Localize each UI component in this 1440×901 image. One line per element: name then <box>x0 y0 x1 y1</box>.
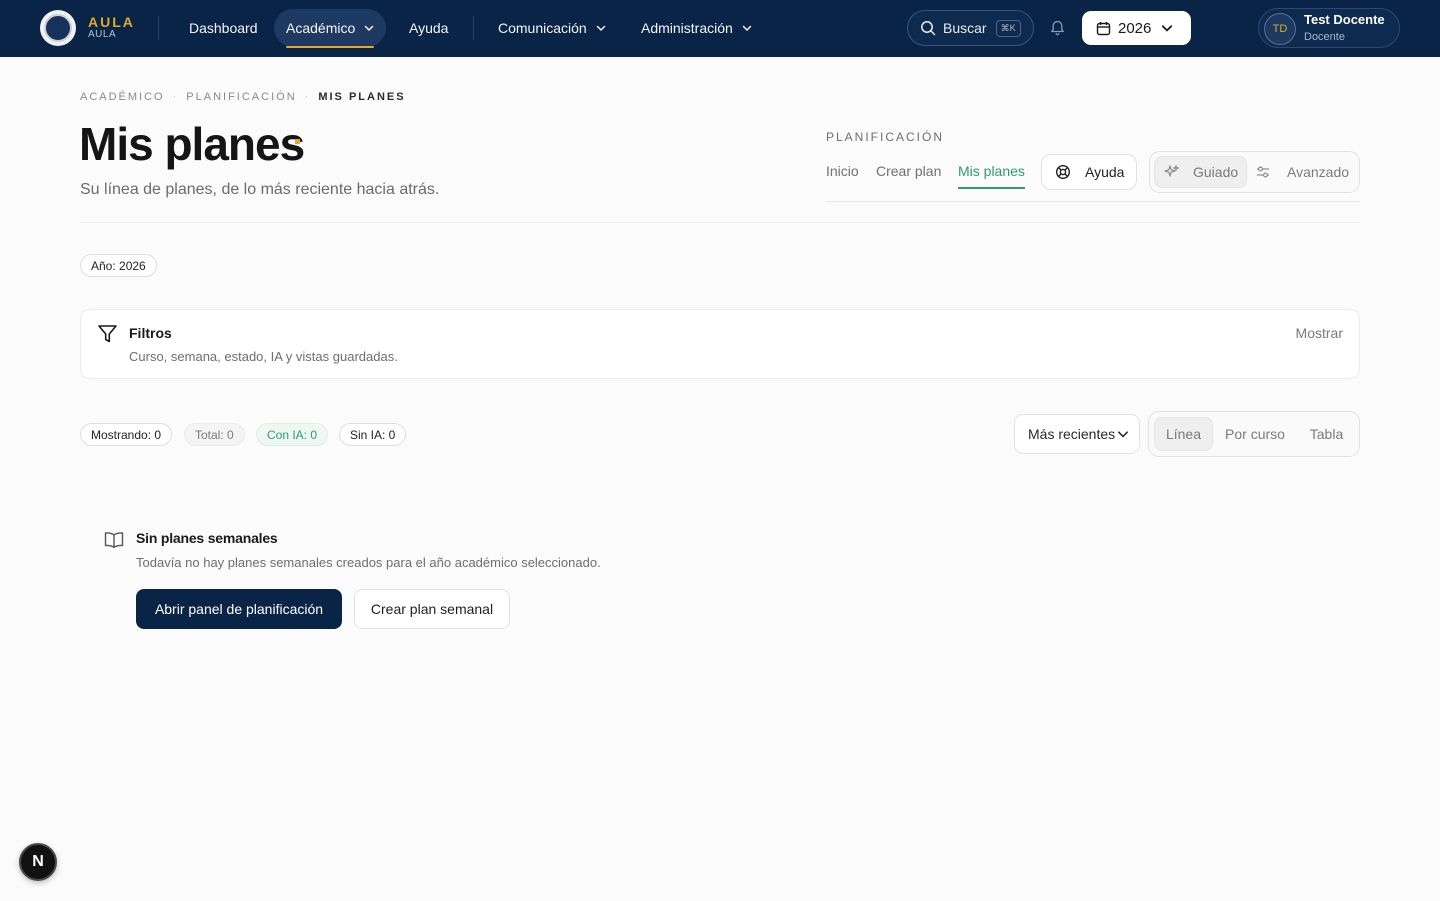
tab-crear-plan[interactable]: Crear plan <box>876 163 941 179</box>
filters-panel[interactable]: Filtros Curso, semana, estado, IA y vist… <box>80 309 1360 379</box>
avatar: TD <box>1264 13 1296 45</box>
breadcrumb-current: MIS PLANES <box>318 91 406 103</box>
chevron-down-icon <box>596 25 605 32</box>
nav-administracion-label: Administración <box>641 20 733 36</box>
sliders-icon <box>1257 166 1269 178</box>
nav-dashboard-label: Dashboard <box>189 20 258 36</box>
chevron-down-icon <box>742 25 752 32</box>
dev-tools-badge[interactable]: N <box>19 843 57 881</box>
nav-administracion[interactable]: Administración <box>629 9 764 47</box>
nav-comunicacion-label: Comunicación <box>498 20 587 36</box>
help-button[interactable]: Ayuda <box>1041 154 1137 190</box>
planning-nav-divider <box>826 201 1360 202</box>
page-title: Mis planes <box>79 118 305 170</box>
nav-divider <box>158 16 159 40</box>
mode-guiado-label: Guiado <box>1193 164 1239 180</box>
stat-showing: Mostrando: 0 <box>80 423 173 446</box>
nav-academico[interactable]: Académico <box>274 9 387 48</box>
header-divider <box>80 222 1360 223</box>
open-planning-panel-button[interactable]: Abrir panel de planificación <box>136 589 342 629</box>
user-name: Test Docente <box>1304 12 1385 27</box>
stat-total: Total: 0 <box>184 423 245 446</box>
user-role: Docente <box>1304 31 1345 43</box>
year-filter-chip[interactable]: Año: 2026 <box>80 254 157 277</box>
chevron-down-icon <box>365 25 374 32</box>
calendar-icon <box>1096 21 1111 35</box>
filters-subtitle: Curso, semana, estado, IA y vistas guard… <box>129 349 398 364</box>
brand: AULA AULA <box>88 15 135 40</box>
user-menu[interactable]: TD Test Docente Docente <box>1258 8 1400 48</box>
nav-comunicacion[interactable]: Comunicación <box>486 9 618 47</box>
year-value: 2026 <box>1118 19 1152 37</box>
create-weekly-plan-button[interactable]: Crear plan semanal <box>354 589 510 629</box>
help-button-label: Ayuda <box>1085 164 1125 180</box>
school-logo[interactable] <box>40 10 76 46</box>
bell-icon[interactable] <box>1050 20 1065 36</box>
tab-mis-planes[interactable]: Mis planes <box>958 163 1025 189</box>
breadcrumb-separator: · <box>172 91 179 103</box>
mode-avanzado-label: Avanzado <box>1287 164 1350 180</box>
planning-section-label: PLANIFICACIÓN <box>826 130 945 144</box>
breadcrumb-item[interactable]: PLANIFICACIÓN <box>186 91 296 103</box>
book-open-icon <box>104 532 124 549</box>
stat-with-ai: Con IA: 0 <box>256 423 329 446</box>
sparkles-icon <box>1164 165 1179 177</box>
filters-title: Filtros <box>129 325 172 341</box>
year-selector[interactable]: 2026 <box>1082 11 1191 45</box>
empty-state-title: Sin planes semanales <box>136 530 278 546</box>
tab-inicio[interactable]: Inicio <box>826 163 859 179</box>
search-shortcut: ⌘K <box>995 19 1021 37</box>
mode-avanzado[interactable]: Avanzado <box>1251 156 1355 188</box>
filter-icon <box>98 325 117 343</box>
top-navbar: AULA AULA Dashboard Académico Ayuda Comu… <box>0 0 1440 57</box>
nav-ayuda[interactable]: Ayuda <box>397 9 460 47</box>
filters-show-button[interactable]: Mostrar <box>1296 325 1343 341</box>
search-button[interactable]: Buscar ⌘K <box>907 10 1034 46</box>
breadcrumb: ACADÉMICO · PLANIFICACIÓN · MIS PLANES <box>80 91 406 103</box>
active-nav-indicator <box>286 46 375 48</box>
stat-without-ai: Sin IA: 0 <box>339 423 407 446</box>
sort-value: Más recientes <box>1028 426 1116 442</box>
view-linea[interactable]: Línea <box>1154 417 1213 451</box>
chevron-down-icon <box>1162 25 1173 32</box>
chevron-down-icon <box>1118 431 1129 438</box>
mode-guiado[interactable]: Guiado <box>1154 156 1247 188</box>
brand-subtitle: AULA <box>88 29 117 40</box>
nav-dashboard[interactable]: Dashboard <box>177 9 270 47</box>
breadcrumb-separator: · <box>304 91 311 103</box>
empty-state-description: Todavía no hay planes semanales creados … <box>136 555 601 570</box>
search-icon <box>921 21 936 36</box>
nav-academico-label: Académico <box>286 20 356 36</box>
sort-select[interactable]: Más recientes <box>1014 414 1140 454</box>
search-label: Buscar <box>943 20 987 36</box>
page-subtitle: Su línea de planes, de lo más reciente h… <box>80 181 440 198</box>
view-toggle: Línea Por curso Tabla <box>1148 411 1360 457</box>
nav-ayuda-label: Ayuda <box>409 20 449 36</box>
mode-toggle: Guiado Avanzado <box>1149 151 1360 193</box>
title-accent-dot <box>295 139 300 144</box>
view-tabla[interactable]: Tabla <box>1298 417 1355 451</box>
brand-name: AULA <box>88 14 135 30</box>
lifebuoy-icon <box>1055 164 1071 180</box>
breadcrumb-item[interactable]: ACADÉMICO <box>80 91 165 103</box>
nav-divider <box>473 16 474 40</box>
view-por-curso[interactable]: Por curso <box>1217 417 1293 451</box>
